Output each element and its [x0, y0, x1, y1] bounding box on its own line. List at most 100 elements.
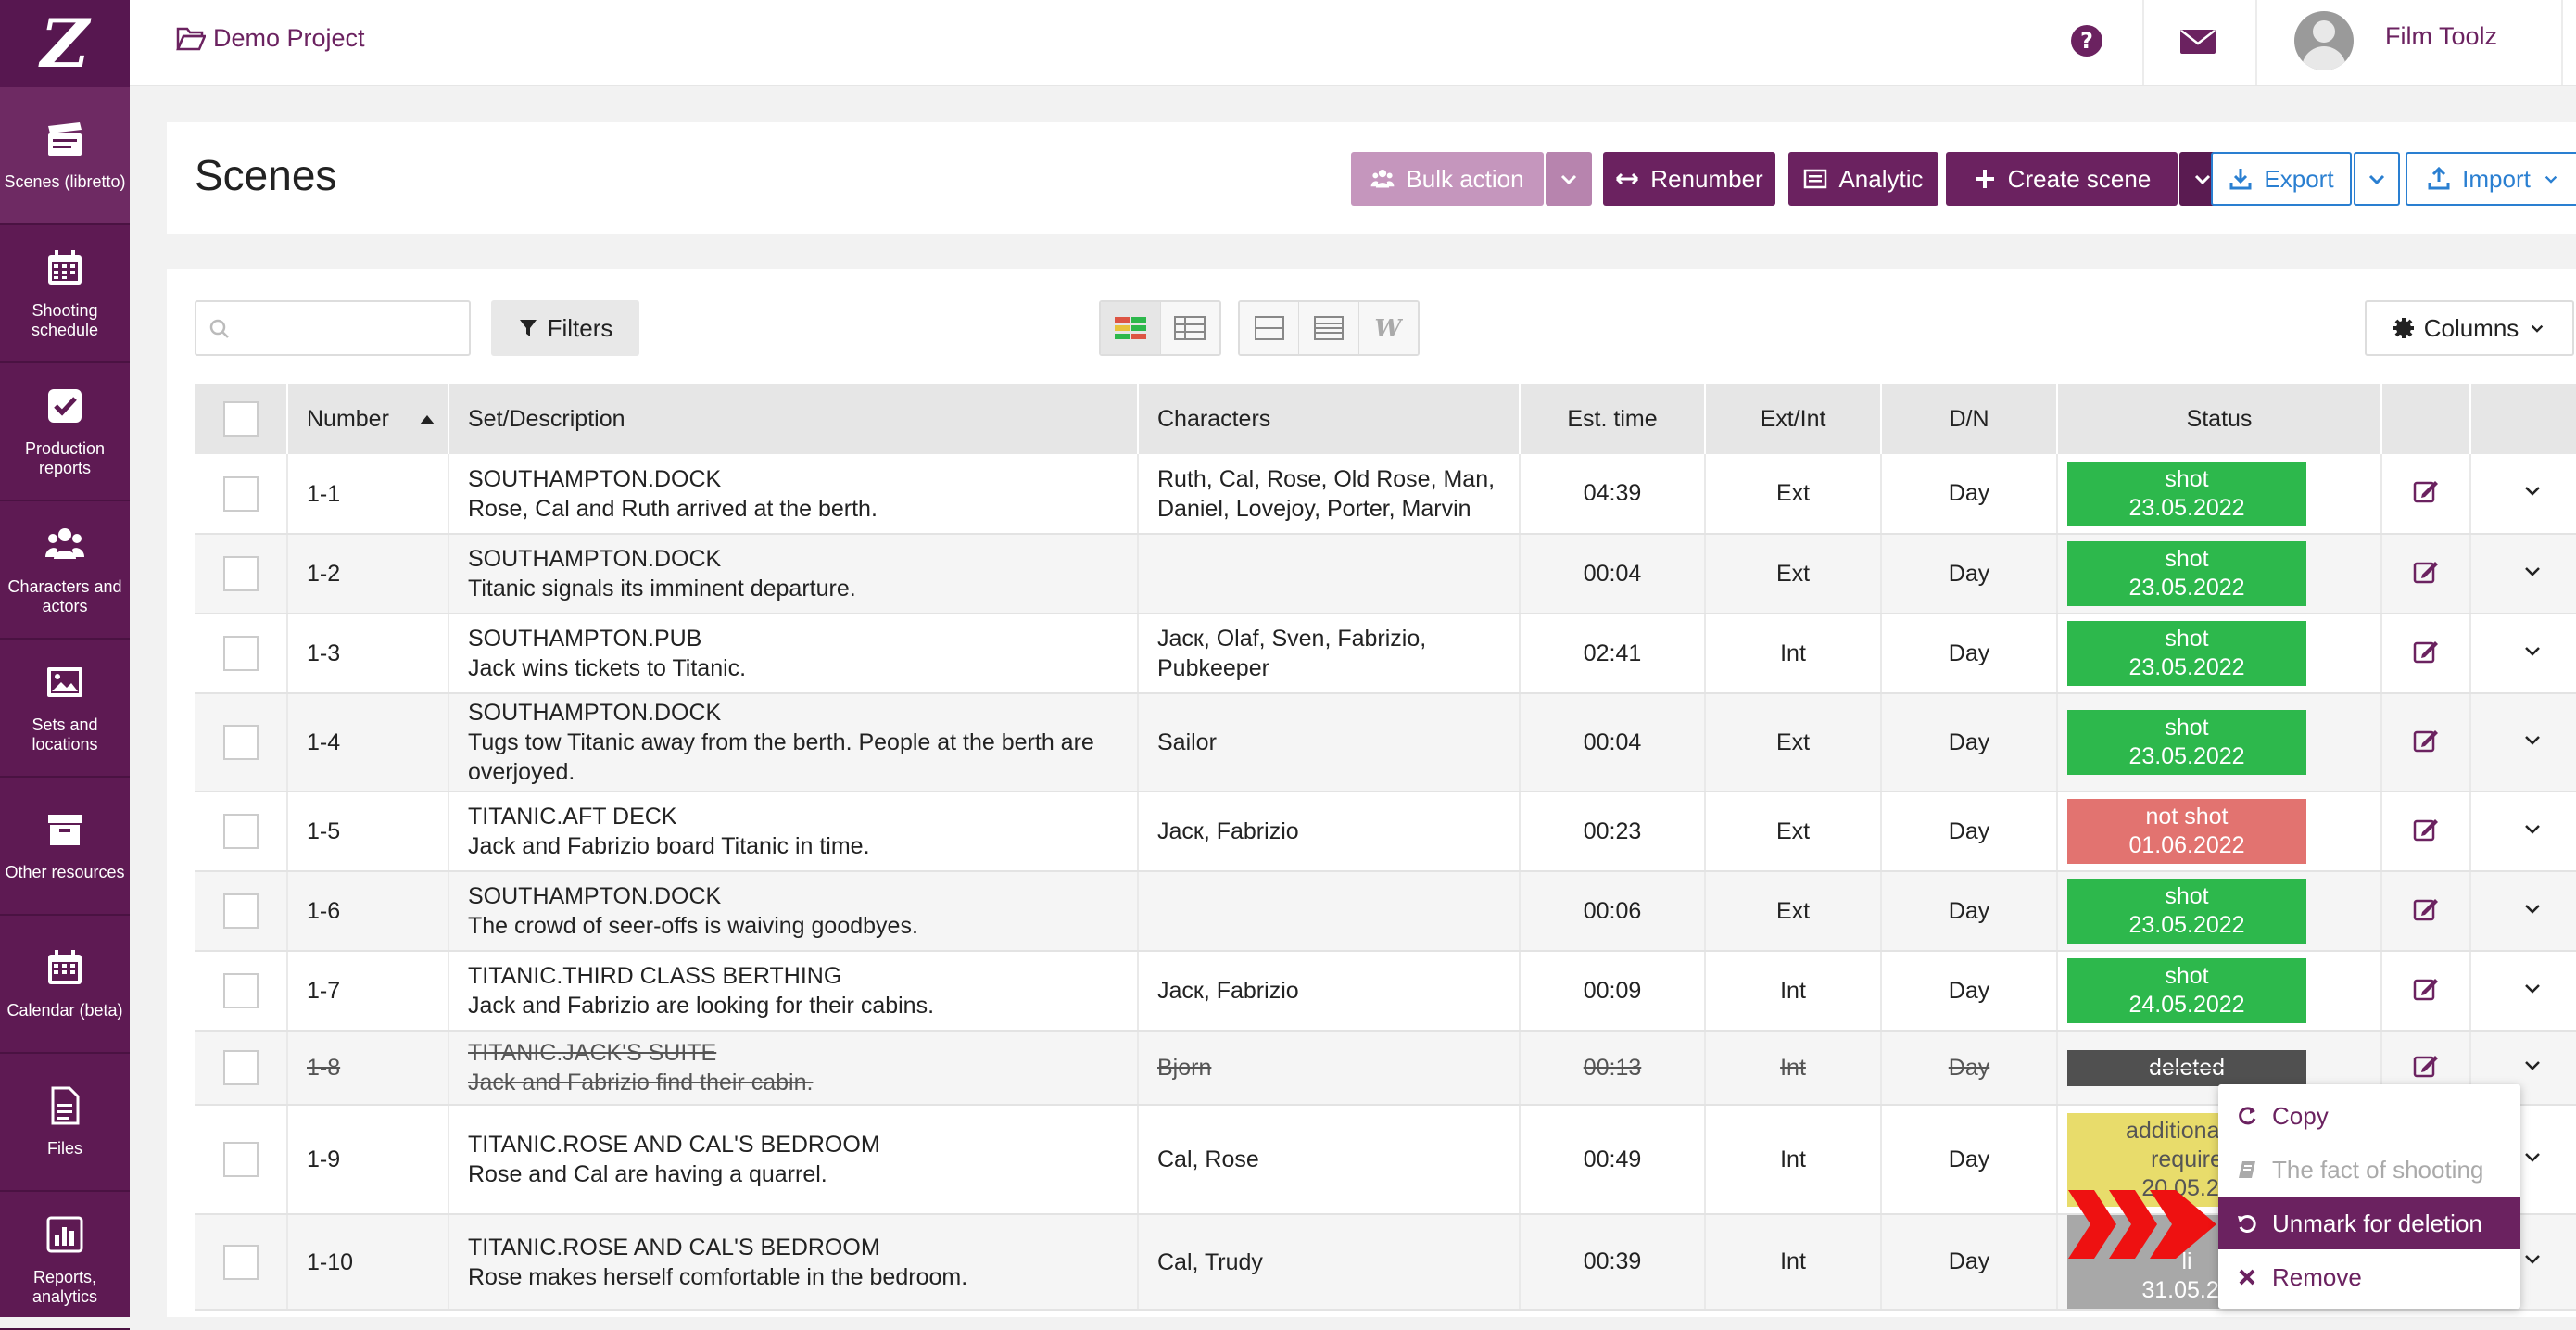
import-button[interactable]: Import	[2406, 152, 2576, 206]
status-badge[interactable]: not shot 01.06.2022	[2067, 799, 2306, 864]
status-badge[interactable]: deleted	[2067, 1049, 2306, 1086]
est-time-cell: 00:49	[1520, 1105, 1706, 1215]
bulk-action-button[interactable]: Bulk action	[1351, 152, 1544, 206]
column-label: Status	[2186, 405, 2253, 432]
sidebar-item-reports[interactable]: Reports, analytics	[0, 1192, 130, 1330]
edit-icon[interactable]	[2412, 815, 2440, 842]
row-checkbox[interactable]	[222, 893, 259, 929]
edit-icon[interactable]	[2412, 476, 2440, 504]
select-all-checkbox[interactable]	[222, 401, 259, 437]
copy-icon	[2239, 1107, 2256, 1125]
chevron-down-icon[interactable]	[2522, 818, 2543, 839]
chevron-down-icon[interactable]	[2522, 480, 2543, 500]
sidebar-item-sets[interactable]: Sets and locations	[0, 640, 130, 778]
scene-number: 1-9	[287, 1105, 449, 1215]
status-badge[interactable]: shot 23.05.2022	[2067, 461, 2306, 526]
row-checkbox[interactable]	[222, 1244, 259, 1280]
ext-int-cell: Ext	[1705, 792, 1882, 872]
chevron-down-icon[interactable]	[2522, 1248, 2543, 1269]
renumber-button[interactable]: Renumber	[1603, 152, 1775, 206]
status-cell: shot 23.05.2022	[2057, 614, 2382, 694]
column-ext-int[interactable]: Ext/Int	[1705, 384, 1882, 454]
table-row[interactable]: 1-6 SOUTHAMPTON.DOCK The crowd of seer-off…	[195, 871, 2576, 952]
column-day-night[interactable]: D/N	[1881, 384, 2058, 454]
edit-icon[interactable]	[2412, 726, 2440, 754]
edit-icon[interactable]	[2412, 557, 2440, 585]
column-characters[interactable]: Characters	[1138, 384, 1521, 454]
sidebar-item-other-resources[interactable]: Other resources	[0, 778, 130, 916]
status-badge[interactable]: shot 23.05.2022	[2067, 879, 2306, 944]
columns-button[interactable]: Columns	[2365, 300, 2574, 356]
menu-item-unmark-deletion[interactable]: Unmark for deletion	[2218, 1197, 2520, 1249]
row-checkbox[interactable]	[222, 725, 259, 760]
ext-int-cell: Int	[1705, 951, 1882, 1032]
sidebar-item-scenes[interactable]: Scenes (libretto)	[0, 87, 130, 225]
edit-icon[interactable]	[2412, 637, 2440, 665]
sidebar-item-characters[interactable]: Characters and actors	[0, 501, 130, 640]
export-button[interactable]: Export	[2211, 152, 2352, 206]
sidebar-item-files[interactable]: Files	[0, 1054, 130, 1192]
chevron-down-icon[interactable]	[2522, 640, 2543, 661]
sidebar: Z Scenes (libretto) Shooting schedule Pr…	[0, 0, 130, 1330]
set-description-cell: TITANIC.ROSE AND CAL'S BEDROOM Rose makes…	[448, 1214, 1139, 1311]
sidebar-item-shooting-schedule[interactable]: Shooting schedule	[0, 225, 130, 363]
menu-item-remove[interactable]: Remove	[2218, 1251, 2520, 1303]
dense-rows-button[interactable]	[1299, 302, 1359, 354]
user-name[interactable]: Film Toolz	[2385, 22, 2497, 51]
color-grid-view-button[interactable]	[1101, 302, 1161, 354]
users-icon	[1370, 169, 1395, 188]
status-badge[interactable]: shot 23.05.2022	[2067, 621, 2306, 686]
table-row[interactable]: 1-5 TITANIC.AFT DECK Jack and Fabrizio boa…	[195, 792, 2576, 872]
est-time-cell: 00:04	[1520, 534, 1706, 614]
edit-icon[interactable]	[2412, 974, 2440, 1002]
status-badge[interactable]: shot 23.05.2022	[2067, 710, 2306, 775]
chevron-down-icon[interactable]	[2522, 729, 2543, 750]
app-logo[interactable]: Z	[0, 0, 130, 87]
table-row[interactable]: 1-7 TITANIC.THIRD CLASS BERTHING Jack and …	[195, 951, 2576, 1032]
status-badge[interactable]: shot 24.05.2022	[2067, 958, 2306, 1023]
wrap-text-button[interactable]: W	[1358, 302, 1418, 354]
analytic-button[interactable]: Analytic	[1788, 152, 1938, 206]
chevron-down-icon[interactable]	[2522, 898, 2543, 918]
status-badge[interactable]: shot 23.05.2022	[2067, 541, 2306, 606]
column-est-time[interactable]: Est. time	[1520, 384, 1706, 454]
help-icon[interactable]: ?	[2068, 22, 2105, 59]
row-checkbox[interactable]	[222, 475, 259, 512]
bulk-action-dropdown[interactable]	[1546, 152, 1592, 206]
arrows-horizontal-icon	[1616, 172, 1639, 185]
create-scene-button[interactable]: Create scene	[1946, 152, 2178, 206]
chevron-down-icon[interactable]	[2522, 978, 2543, 998]
row-checkbox[interactable]	[222, 556, 259, 591]
chevron-down-icon[interactable]	[2522, 561, 2543, 581]
mail-icon[interactable]	[2178, 22, 2218, 59]
sidebar-item-production-reports[interactable]: Production reports	[0, 363, 130, 501]
search-input[interactable]	[195, 300, 471, 356]
edit-icon[interactable]	[2412, 1051, 2440, 1079]
row-checkbox[interactable]	[222, 1142, 259, 1177]
edit-icon[interactable]	[2412, 894, 2440, 922]
table-row[interactable]: 1-1 SOUTHAMPTON.DOCK Rose, Cal and Ruth ar…	[195, 454, 2576, 535]
row-checkbox[interactable]	[222, 814, 259, 849]
row-checkbox[interactable]	[222, 636, 259, 671]
column-set-description[interactable]: Set/Description	[448, 384, 1139, 454]
filters-button[interactable]: Filters	[491, 300, 639, 356]
row-checkbox[interactable]	[222, 973, 259, 1008]
table-row[interactable]: 1-3 SOUTHAMPTON.PUB Jack wins tickets to T…	[195, 614, 2576, 694]
row-select-cell	[195, 614, 288, 694]
column-number[interactable]: Number	[287, 384, 449, 454]
row-checkbox[interactable]	[222, 1050, 259, 1085]
chevron-down-icon[interactable]	[2522, 1146, 2543, 1167]
column-status[interactable]: Status	[2057, 384, 2382, 454]
project-link[interactable]: Demo Project	[176, 24, 365, 53]
menu-item-copy[interactable]: Copy	[2218, 1090, 2520, 1142]
image-icon	[47, 666, 82, 697]
svg-text:?: ?	[2080, 28, 2093, 54]
table-view-button[interactable]	[1160, 302, 1219, 354]
export-dropdown[interactable]	[2354, 152, 2400, 206]
compact-rows-button[interactable]	[1240, 302, 1300, 354]
table-row[interactable]: 1-4 SOUTHAMPTON.DOCK Tugs tow Titanic away…	[195, 693, 2576, 792]
table-row[interactable]: 1-2 SOUTHAMPTON.DOCK Titanic signals its i…	[195, 534, 2576, 614]
avatar[interactable]	[2294, 11, 2354, 70]
chevron-down-icon[interactable]	[2522, 1055, 2543, 1075]
sidebar-item-calendar[interactable]: Calendar (beta)	[0, 916, 130, 1054]
